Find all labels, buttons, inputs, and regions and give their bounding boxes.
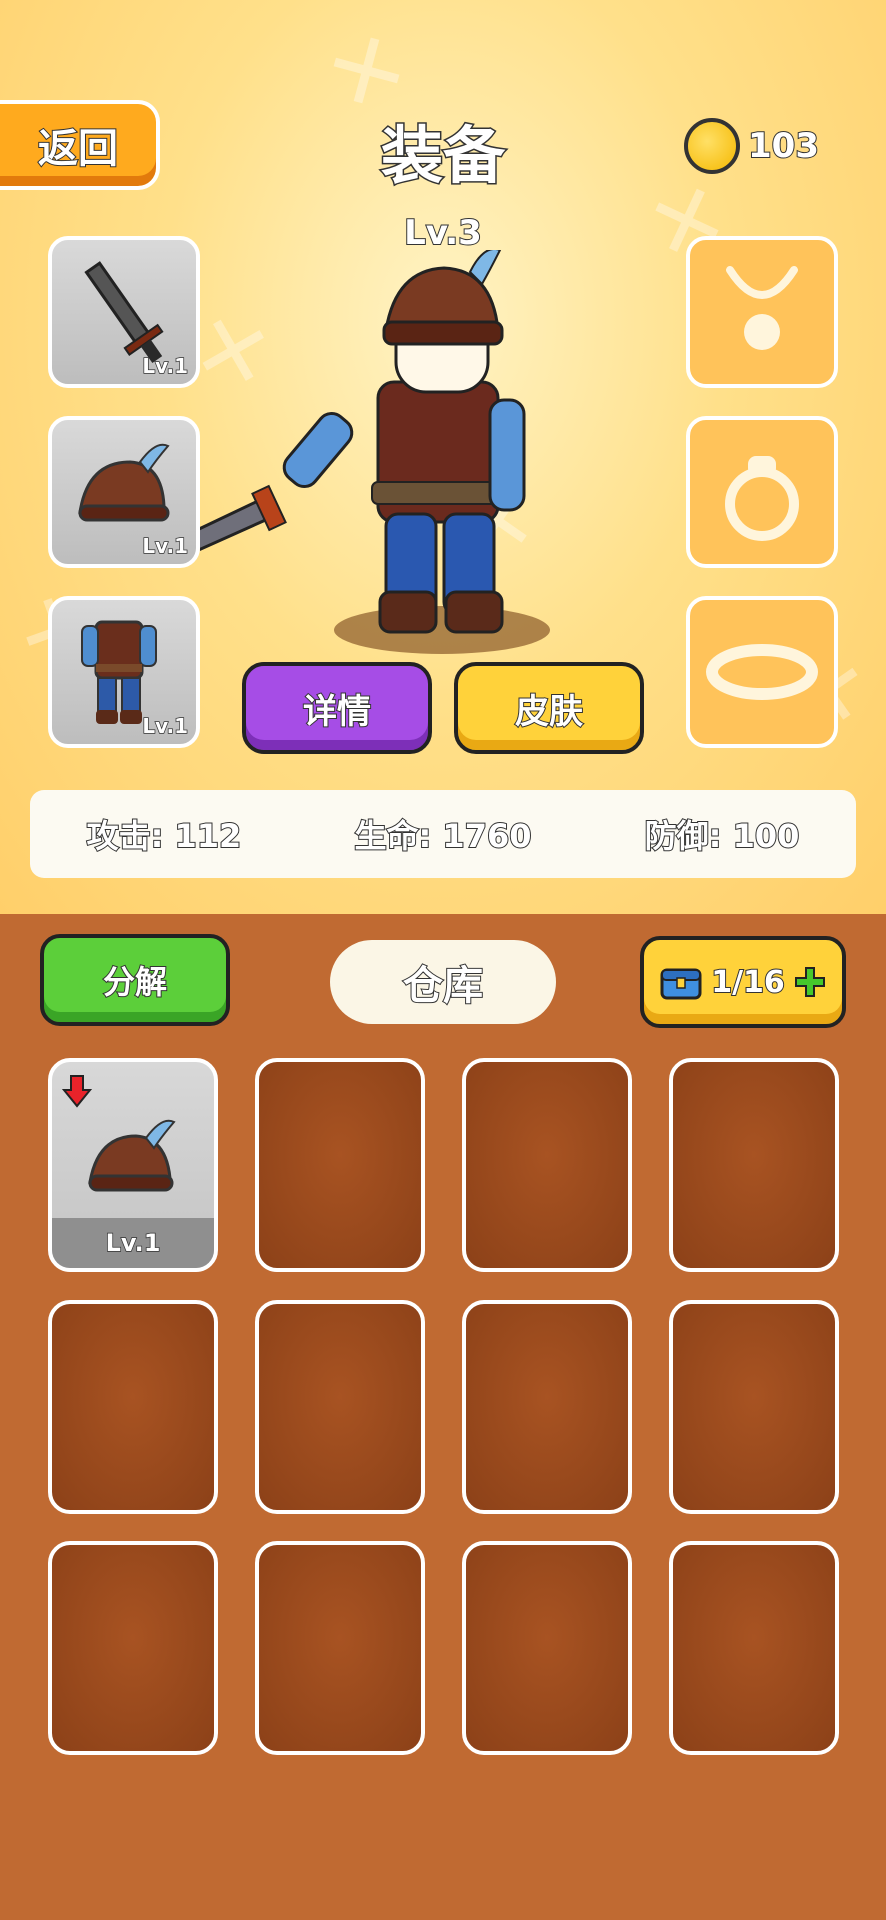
equip-slot-ring[interactable]	[686, 416, 838, 568]
inventory-slot[interactable]	[255, 1058, 425, 1272]
attack-stat: 攻击: 112	[86, 816, 243, 856]
upgrade-arrow-icon	[62, 1075, 92, 1108]
warehouse-title-label: 仓库	[402, 962, 484, 1010]
inventory-slot[interactable]	[255, 1300, 425, 1514]
inventory-slot[interactable]	[669, 1058, 839, 1272]
coin-icon	[684, 118, 740, 174]
inventory-slot[interactable]	[669, 1300, 839, 1514]
details-button-label: 详情	[302, 691, 372, 733]
skin-button-label: 皮肤	[514, 691, 584, 733]
inventory-slot[interactable]	[462, 1058, 632, 1272]
inventory-slot[interactable]	[462, 1300, 632, 1514]
ring-icon	[725, 456, 799, 541]
skin-button[interactable]: 皮肤	[454, 662, 644, 754]
inventory-item-level: Lv.1	[52, 1218, 214, 1268]
back-button-label: 返回	[37, 125, 119, 173]
plus-icon	[794, 967, 825, 997]
decompose-button-label: 分解	[102, 962, 168, 1002]
slot-level: Lv.1	[142, 713, 189, 739]
hero-character	[200, 250, 550, 654]
coin-count: 103	[747, 125, 820, 167]
inventory-slot[interactable]: Lv.1	[48, 1058, 218, 1272]
necklace-icon	[726, 266, 798, 350]
equip-slot-armor[interactable]: Lv.1	[48, 596, 200, 748]
capacity-button[interactable]: 1/16	[640, 936, 846, 1028]
defense-stat: 防御: 100	[644, 816, 801, 856]
equip-slot-necklace[interactable]	[686, 236, 838, 388]
details-button[interactable]: 详情	[242, 662, 432, 754]
equip-slot-bracelet[interactable]	[686, 596, 838, 748]
inventory-slot[interactable]	[255, 1541, 425, 1755]
warehouse-title: 仓库	[330, 940, 556, 1024]
decompose-button[interactable]: 分解	[40, 934, 230, 1026]
bracelet-icon	[706, 644, 818, 700]
helmet-icon	[88, 1119, 176, 1192]
hp-stat: 生命: 1760	[353, 816, 532, 856]
slot-level: Lv.1	[142, 353, 189, 379]
inventory-slot[interactable]	[462, 1541, 632, 1755]
page-title: 装备	[379, 118, 506, 194]
inventory-slot[interactable]	[669, 1541, 839, 1755]
stats-bar: 攻击: 112 生命: 1760 防御: 100	[30, 790, 856, 878]
hero-sword	[200, 484, 287, 551]
equip-slot-weapon[interactable]: Lv.1	[48, 236, 200, 388]
inventory-slot[interactable]	[48, 1300, 218, 1514]
slot-level: Lv.1	[142, 533, 189, 559]
character-level: Lv.3	[403, 212, 483, 254]
back-button[interactable]: 返回	[0, 100, 160, 190]
inventory-slot[interactable]	[48, 1541, 218, 1755]
capacity-count: 1/16	[710, 964, 786, 1001]
equip-slot-helmet[interactable]: Lv.1	[48, 416, 200, 568]
chest-icon	[660, 968, 702, 1000]
